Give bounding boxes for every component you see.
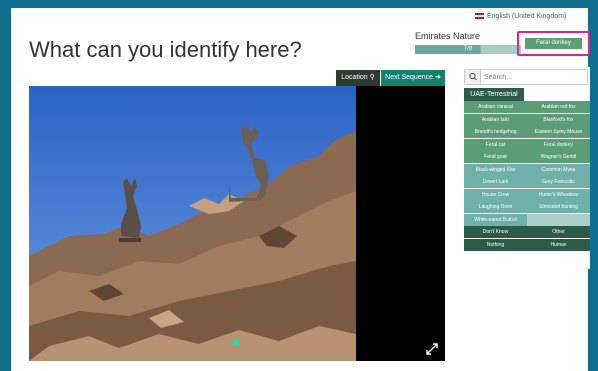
species-panel: UAE-Terrestrial Arabian caracalArabian r… (462, 67, 590, 269)
project-name: Emirates Nature (415, 31, 481, 41)
action-option[interactable]: Nothing (464, 238, 527, 251)
species-option[interactable]: Laughing Dove (464, 201, 527, 213)
selected-species-tag[interactable]: Feral donkey (525, 38, 582, 49)
location-button[interactable]: Location ⚲ (336, 70, 380, 86)
location-button-label: Location (341, 74, 368, 81)
progress-text: 7/8 (463, 46, 473, 52)
species-option[interactable]: Brandt's hedgehog (464, 126, 527, 138)
search-icon (465, 70, 481, 84)
progress-bar: 7/8 (415, 45, 521, 54)
action-option[interactable]: Other (527, 226, 590, 238)
selected-species-highlight: Feral donkey (517, 31, 590, 56)
species-option[interactable]: Desert Lark (464, 176, 527, 188)
action-option[interactable]: Human (527, 238, 590, 251)
search-input[interactable] (484, 71, 584, 83)
species-option[interactable]: Wagner's Gerbil (527, 151, 590, 163)
search-box (464, 69, 588, 85)
map-pin-icon: ⚲ (369, 74, 375, 81)
next-sequence-button[interactable]: Next Sequence ➜ (381, 70, 445, 86)
species-option[interactable]: Arabian caracal (464, 101, 527, 113)
species-option[interactable]: Feral donkey (527, 138, 590, 151)
language-selector[interactable]: English (United Kingdom) (475, 13, 566, 20)
tab-uae-terrestrial[interactable]: UAE-Terrestrial (464, 88, 524, 101)
species-option[interactable]: Grey Francolin (527, 176, 590, 188)
species-option (527, 213, 590, 226)
next-sequence-label: Next Sequence (385, 74, 434, 81)
species-option[interactable]: Hume's Wheatear (527, 188, 590, 201)
species-option[interactable]: Arabian red fox (527, 101, 590, 113)
species-option[interactable]: Eastern Spiny Mouse (527, 126, 590, 138)
language-label: English (United Kingdom) (487, 13, 567, 20)
species-option[interactable]: Arabian tahr (464, 113, 527, 126)
image-viewer[interactable] (29, 86, 445, 361)
action-option[interactable]: Don't Know (464, 226, 527, 238)
species-option[interactable]: Common Myna (527, 163, 590, 176)
camera-trap-photo (29, 86, 356, 361)
species-option[interactable]: Blanford's fox (527, 113, 590, 126)
species-option[interactable]: White-eared Bulbul (464, 213, 527, 226)
species-option[interactable]: Striolated bunting (527, 201, 590, 213)
uk-flag-icon (475, 13, 484, 20)
species-option[interactable]: Feral goat (464, 151, 527, 163)
species-option[interactable]: House Crow (464, 188, 527, 201)
species-option[interactable]: Feral cat (464, 138, 527, 151)
fullscreen-expand-icon[interactable] (426, 342, 438, 355)
annotation-marker[interactable] (233, 339, 240, 346)
species-option[interactable]: Black-winged Kite (464, 163, 527, 176)
page-title: What can you identify here? (29, 37, 302, 62)
arrow-right-circle-icon: ➜ (434, 74, 441, 81)
